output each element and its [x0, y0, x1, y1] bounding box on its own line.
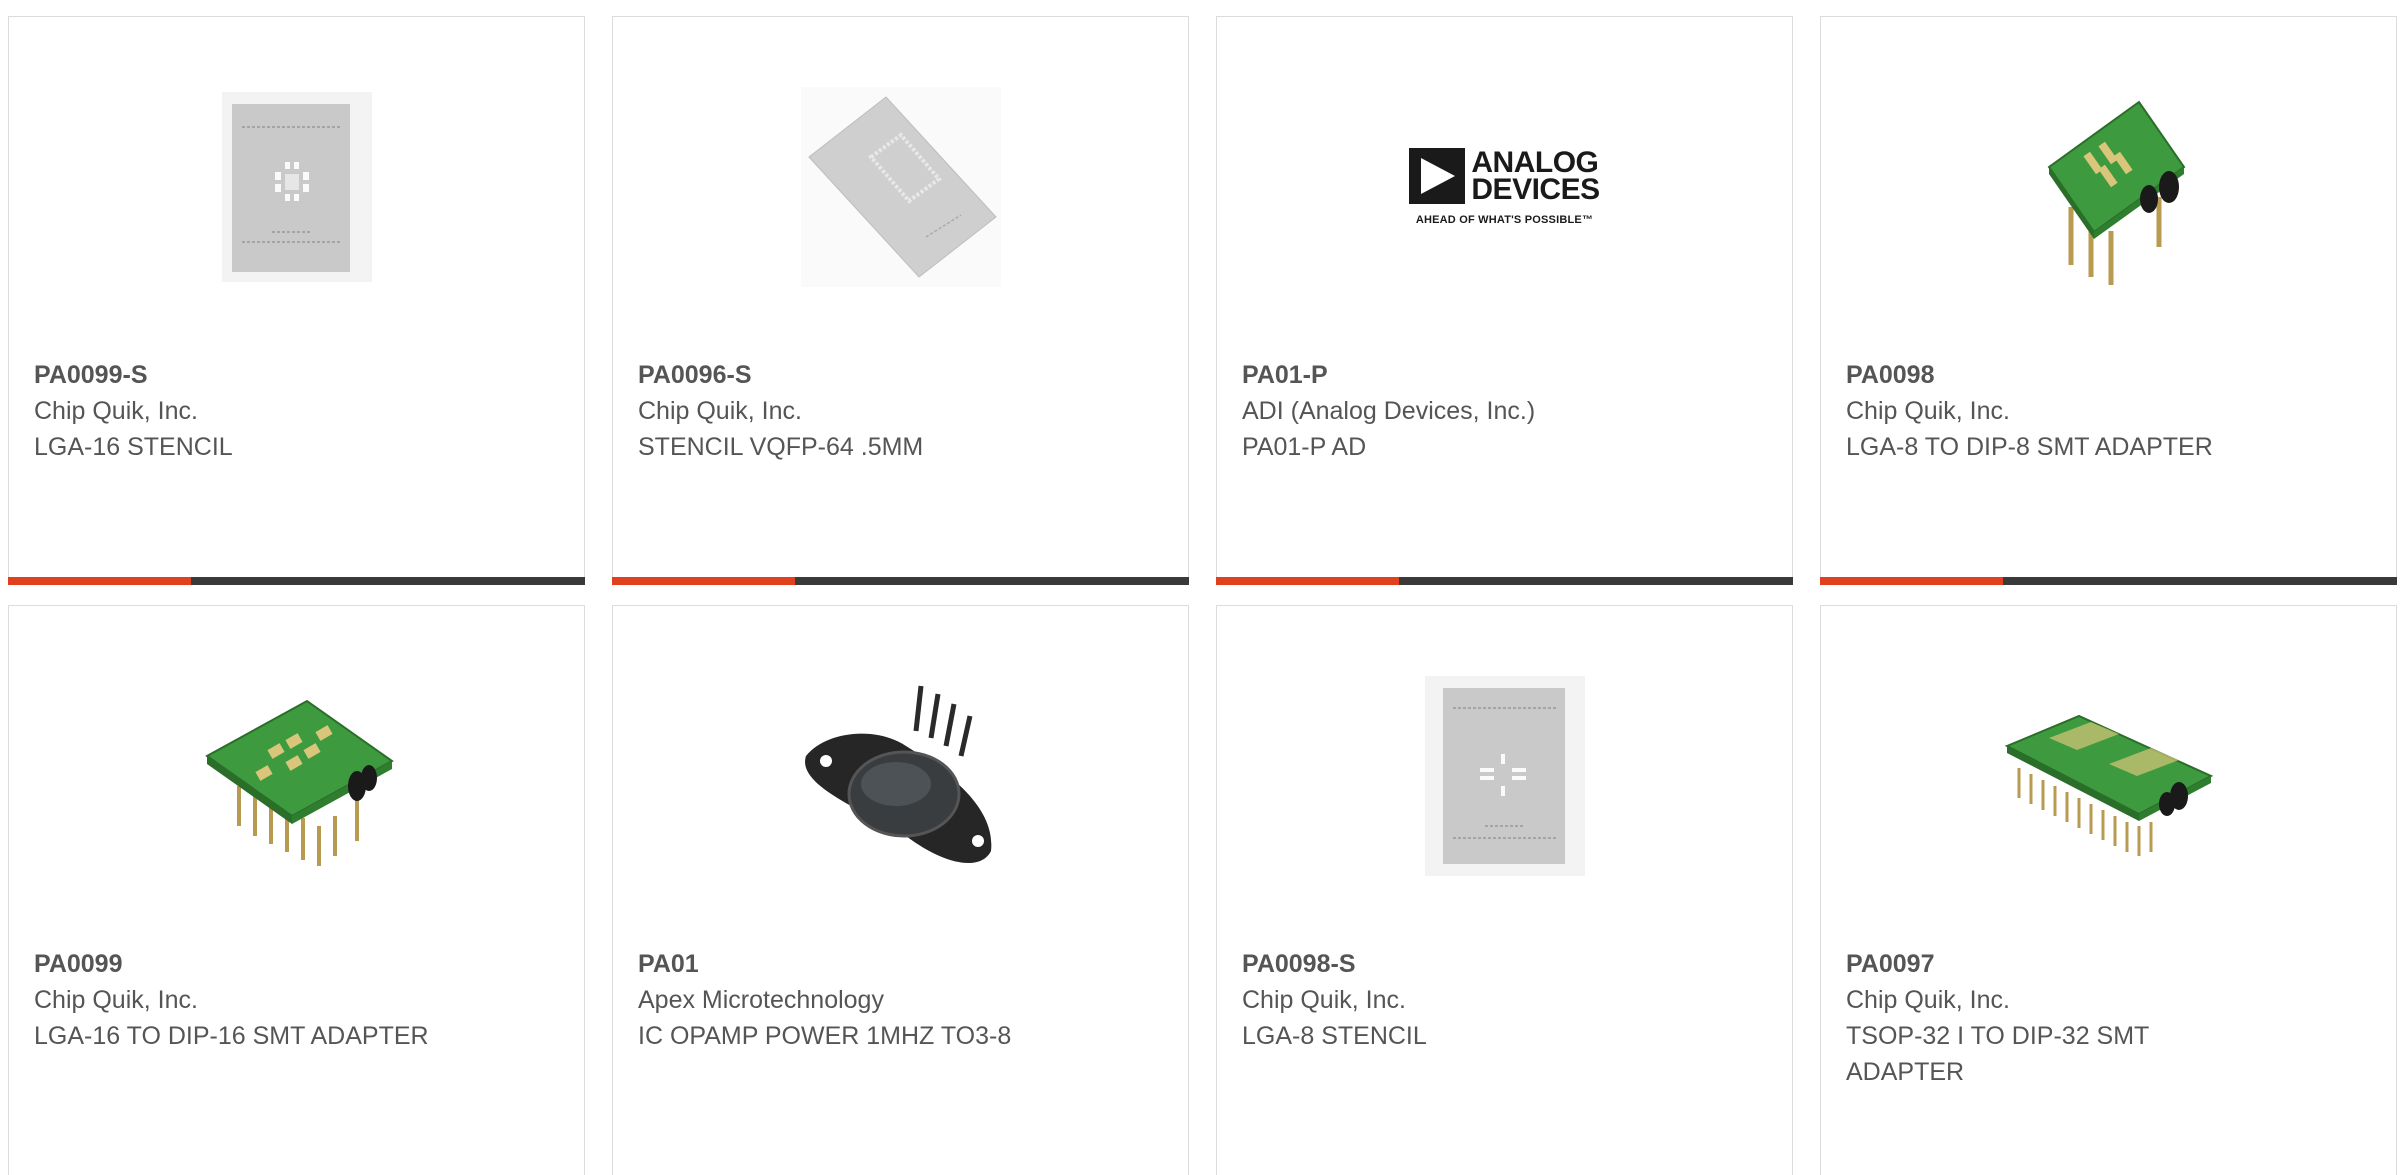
- product-image[interactable]: [613, 666, 1188, 886]
- logo-line2: DEVICES: [1471, 173, 1600, 206]
- description: TSOP-32 I TO DIP-32 SMT ADAPTER: [1846, 1022, 2149, 1086]
- product-card[interactable]: PA0098 Chip Quik, Inc. LGA-8 TO DIP-8 SM…: [1820, 16, 2397, 585]
- product-info: PA0097 Chip Quik, Inc. TSOP-32 I TO DIP-…: [1846, 946, 2276, 1090]
- part-number[interactable]: PA0098: [1846, 357, 2276, 393]
- description: STENCIL VQFP-64 .5MM: [638, 433, 924, 461]
- to3-opamp-icon: [804, 685, 991, 863]
- card-accent: [1216, 577, 1399, 585]
- description: LGA-8 STENCIL: [1242, 1022, 1427, 1050]
- manufacturer: Chip Quik, Inc.: [1846, 986, 2010, 1014]
- manufacturer: Chip Quik, Inc.: [34, 986, 198, 1014]
- card-accent: [8, 577, 191, 585]
- product-info: PA0098 Chip Quik, Inc. LGA-8 TO DIP-8 SM…: [1846, 357, 2276, 465]
- stencil-lga16-icon: [221, 92, 372, 282]
- part-number[interactable]: PA0099-S: [34, 357, 464, 393]
- description: PA01-P AD: [1242, 433, 1367, 461]
- adapter-dip8-icon: [2047, 100, 2185, 285]
- product-card[interactable]: ANALOG DEVICES AHEAD OF WHAT'S POSSIBLE™…: [1216, 16, 1793, 585]
- manufacturer: Chip Quik, Inc.: [1846, 397, 2010, 425]
- product-image[interactable]: [1821, 666, 2396, 886]
- product-info: PA0099 Chip Quik, Inc. LGA-16 TO DIP-16 …: [34, 946, 464, 1054]
- description: LGA-16 STENCIL: [34, 433, 233, 461]
- part-number[interactable]: PA0096-S: [638, 357, 1068, 393]
- part-number[interactable]: PA0099: [34, 946, 464, 982]
- manufacturer: Chip Quik, Inc.: [1242, 986, 1406, 1014]
- analog-devices-logo: ANALOG DEVICES AHEAD OF WHAT'S POSSIBLE™: [1409, 146, 1600, 226]
- manufacturer: ADI (Analog Devices, Inc.): [1242, 397, 1536, 425]
- card-bottom-bar: [8, 577, 585, 585]
- product-card[interactable]: PA01 Apex Microtechnology IC OPAMP POWER…: [612, 605, 1189, 1175]
- description: LGA-16 TO DIP-16 SMT ADAPTER: [34, 1022, 429, 1050]
- product-image[interactable]: ANALOG DEVICES AHEAD OF WHAT'S POSSIBLE™: [1217, 77, 1792, 297]
- product-image[interactable]: [9, 666, 584, 886]
- product-info: PA0098-S Chip Quik, Inc. LGA-8 STENCIL: [1242, 946, 1672, 1054]
- manufacturer: Chip Quik, Inc.: [638, 397, 802, 425]
- product-info: PA01 Apex Microtechnology IC OPAMP POWER…: [638, 946, 1068, 1054]
- card-bottom-bar: [1820, 577, 2397, 585]
- analog-devices-triangle-icon: [1409, 148, 1466, 204]
- adapter-dip16-icon: [204, 699, 394, 866]
- product-card[interactable]: PA0099-S Chip Quik, Inc. LGA-16 STENCIL: [8, 16, 585, 585]
- part-number[interactable]: PA01-P: [1242, 357, 1672, 393]
- manufacturer: Apex Microtechnology: [638, 986, 884, 1014]
- product-card[interactable]: PA0098-S Chip Quik, Inc. LGA-8 STENCIL: [1216, 605, 1793, 1175]
- card-bottom-bar: [612, 577, 1189, 585]
- logo-line1: ANALOG: [1471, 146, 1599, 179]
- product-card[interactable]: PA0096-S Chip Quik, Inc. STENCIL VQFP-64…: [612, 16, 1189, 585]
- card-accent: [612, 577, 795, 585]
- product-info: PA0099-S Chip Quik, Inc. LGA-16 STENCIL: [34, 357, 464, 465]
- product-info: PA0096-S Chip Quik, Inc. STENCIL VQFP-64…: [638, 357, 1068, 465]
- product-image[interactable]: [9, 77, 584, 297]
- part-number[interactable]: PA01: [638, 946, 1068, 982]
- stencil-lga8-icon: [1424, 676, 1585, 876]
- product-info: PA01-P ADI (Analog Devices, Inc.) PA01-P…: [1242, 357, 1672, 465]
- product-image[interactable]: [1217, 666, 1792, 886]
- card-accent: [1820, 577, 2003, 585]
- stencil-vqfp64-icon: [800, 87, 1001, 287]
- adapter-dip32-icon: [2004, 714, 2213, 856]
- part-number[interactable]: PA0098-S: [1242, 946, 1672, 982]
- description: IC OPAMP POWER 1MHZ TO3-8: [638, 1022, 1012, 1050]
- part-number[interactable]: PA0097: [1846, 946, 2276, 982]
- logo-tagline: AHEAD OF WHAT'S POSSIBLE™: [1415, 214, 1594, 226]
- product-card[interactable]: PA0097 Chip Quik, Inc. TSOP-32 I TO DIP-…: [1820, 605, 2397, 1175]
- product-image[interactable]: [1821, 77, 2396, 297]
- product-card[interactable]: PA0099 Chip Quik, Inc. LGA-16 TO DIP-16 …: [8, 605, 585, 1175]
- manufacturer: Chip Quik, Inc.: [34, 397, 198, 425]
- product-image[interactable]: [613, 77, 1188, 297]
- description: LGA-8 TO DIP-8 SMT ADAPTER: [1846, 433, 2213, 461]
- card-bottom-bar: [1216, 577, 1793, 585]
